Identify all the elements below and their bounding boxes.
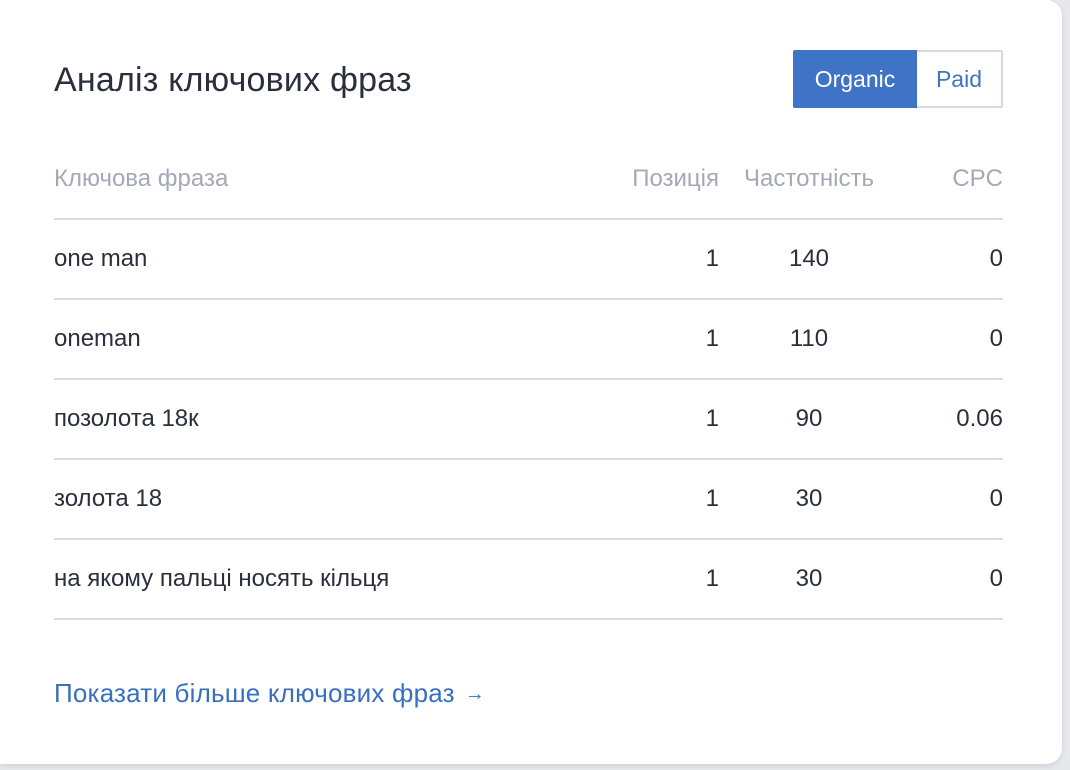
cell-position: 1: [594, 379, 719, 460]
keyword-analysis-card: Аналіз ключових фраз Organic Paid Ключов…: [0, 0, 1062, 764]
cell-frequency: 30: [719, 539, 899, 620]
cell-frequency: 90: [719, 379, 899, 460]
table-header-row: Ключова фраза Позиція Частотність CPC: [54, 140, 1003, 220]
cell-phrase: позолота 18к: [54, 379, 594, 460]
cell-frequency: 110: [719, 299, 899, 380]
header-phrase: Ключова фраза: [54, 140, 594, 220]
cell-cpc: 0.06: [899, 379, 1003, 460]
organic-button[interactable]: Organic: [793, 50, 917, 108]
cell-cpc: 0: [899, 299, 1003, 380]
organic-paid-toggle: Organic Paid: [793, 50, 1003, 108]
card-title: Аналіз ключових фраз: [54, 61, 412, 99]
header-frequency: Частотність: [719, 140, 899, 220]
paid-button[interactable]: Paid: [917, 50, 1003, 108]
table-row: oneman 1 110 0: [54, 299, 1003, 380]
cell-cpc: 0: [899, 459, 1003, 540]
cell-position: 1: [594, 539, 719, 620]
table-row: one man 1 140 0: [54, 219, 1003, 300]
table-row: на якому пальці носять кільця 1 30 0: [54, 539, 1003, 620]
cell-phrase: one man: [54, 219, 594, 300]
cell-position: 1: [594, 299, 719, 380]
header-position: Позиція: [594, 140, 719, 220]
header-cpc: CPC: [899, 140, 1003, 220]
cell-phrase: золота 18: [54, 459, 594, 540]
table-row: золота 18 1 30 0: [54, 459, 1003, 540]
cell-cpc: 0: [899, 219, 1003, 300]
cell-phrase: на якому пальці носять кільця: [54, 539, 594, 620]
show-more-keywords-link[interactable]: Показати більше ключових фраз →: [54, 678, 485, 709]
cell-phrase: oneman: [54, 299, 594, 380]
cell-frequency: 140: [719, 219, 899, 300]
cell-frequency: 30: [719, 459, 899, 540]
show-more-label: Показати більше ключових фраз: [54, 678, 455, 708]
cell-position: 1: [594, 459, 719, 540]
card-header: Аналіз ключових фраз Organic Paid: [54, 50, 1003, 108]
cell-cpc: 0: [899, 539, 1003, 620]
keywords-table: Ключова фраза Позиція Частотність CPC on…: [54, 140, 1003, 620]
cell-position: 1: [594, 219, 719, 300]
table-row: позолота 18к 1 90 0.06: [54, 379, 1003, 460]
arrow-right-icon: →: [464, 682, 485, 705]
